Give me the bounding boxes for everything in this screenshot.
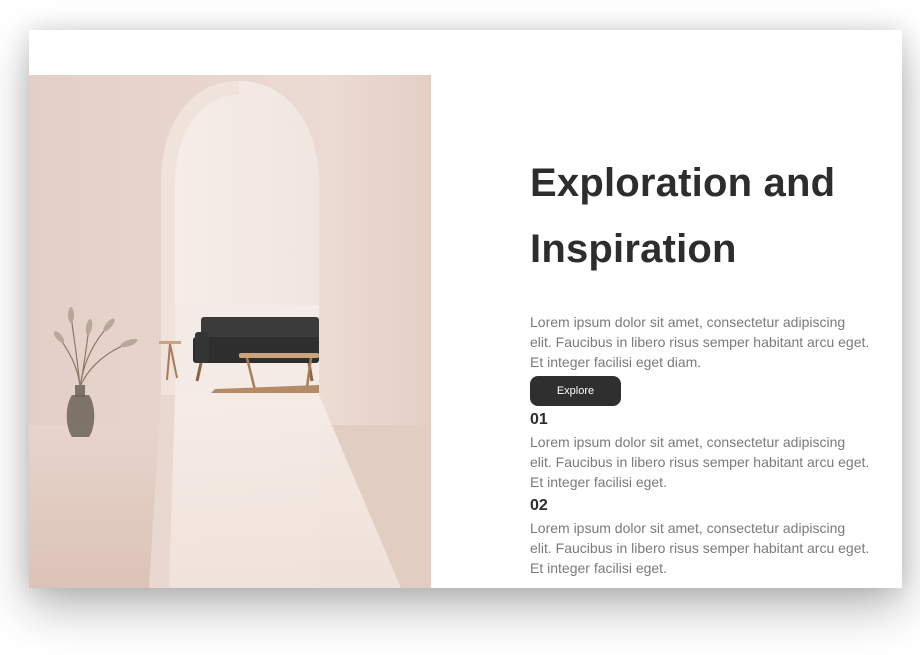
feature-item: 01 Lorem ipsum dolor sit amet, consectet… [530,410,870,492]
hero-description: Lorem ipsum dolor sit amet, consectetur … [530,314,870,370]
hero-content: Exploration and Inspiration Lorem ipsum … [530,150,870,578]
interior-photo [29,75,431,588]
feature-text: Lorem ipsum dolor sit amet, consectetur … [530,434,870,490]
feature-number: 01 [530,411,548,428]
feature-text: Lorem ipsum dolor sit amet, consectetur … [530,520,870,576]
feature-number: 02 [530,497,548,514]
hero-card: Exploration and Inspiration Lorem ipsum … [29,30,902,588]
explore-button[interactable]: Explore [530,376,621,406]
page-title: Exploration and Inspiration [530,161,836,271]
feature-item: 02 Lorem ipsum dolor sit amet, consectet… [530,496,870,578]
page: Exploration and Inspiration Lorem ipsum … [0,0,920,655]
